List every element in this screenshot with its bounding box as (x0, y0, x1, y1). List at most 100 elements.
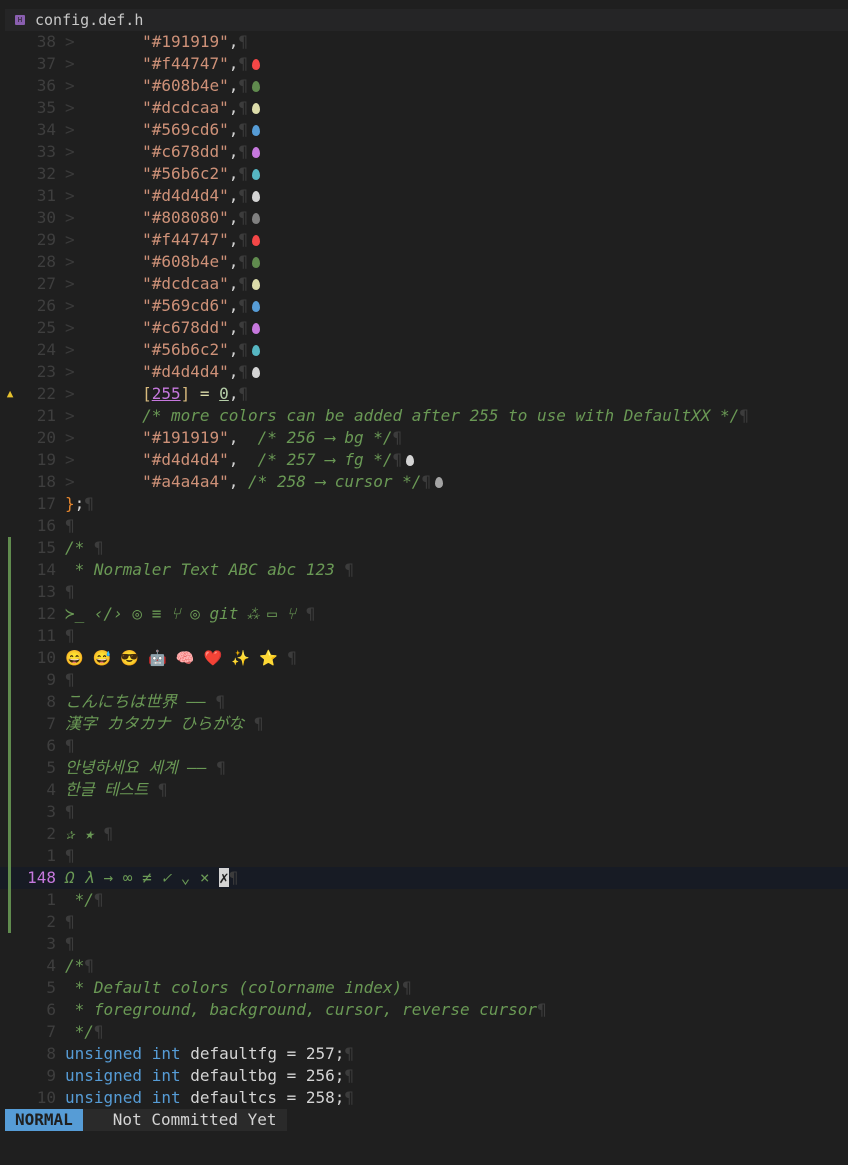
eol-marker: ¶ (238, 186, 249, 205)
code-line[interactable]: 21 > /* more colors can be added after 25… (0, 405, 848, 427)
comment: */ (65, 890, 94, 909)
punct: , (228, 164, 239, 183)
eol-marker: ¶ (84, 494, 94, 513)
color-swatch-icon (406, 455, 415, 466)
eol-marker: ¶ (238, 230, 249, 249)
code-line[interactable]: 1 */¶ (0, 889, 848, 911)
code-line[interactable]: 2 ¶ (0, 911, 848, 933)
code-line[interactable]: 4 /*¶ (0, 955, 848, 977)
git-change-bar (8, 581, 11, 603)
code-text: */¶ (65, 889, 104, 911)
code-line[interactable]: 16 ¶ (0, 515, 848, 537)
code-line[interactable]: 34 > "#569cd6",¶ (0, 119, 848, 141)
code-line[interactable]: 23 > "#d4d4d4",¶ (0, 361, 848, 383)
eol-marker: ¶ (238, 340, 249, 359)
eol-marker: ¶ (305, 604, 316, 623)
color-swatch-icon (435, 477, 444, 488)
code-line[interactable]: 6 * foreground, background, cursor, reve… (0, 999, 848, 1021)
code-text: > "#c678dd",¶ (65, 141, 261, 163)
code-line[interactable]: 7 */¶ (0, 1021, 848, 1043)
code-line[interactable]: 19 > "#d4d4d4", /* 257 ⟶ fg */¶ (0, 449, 848, 471)
code-line[interactable]: 11 ¶ (0, 625, 848, 647)
eol-marker: ¶ (344, 1044, 355, 1063)
code-text: 한글 테스트 ¶ (65, 779, 168, 801)
code-line[interactable]: 3 ¶ (0, 933, 848, 955)
eol-marker: ¶ (93, 890, 104, 909)
code-line[interactable]: 148 Ω λ → ∞ ≠ ✓ ⌄ × ✗¶ (0, 867, 848, 889)
indent-marker: > (65, 428, 143, 447)
comment: * Normaler Text ABC abc 123 (65, 560, 335, 579)
code-line[interactable]: 33 > "#c678dd",¶ (0, 141, 848, 163)
code-line[interactable]: 36 > "#608b4e",¶ (0, 75, 848, 97)
code-line[interactable]: 14 * Normaler Text ABC abc 123 ¶ (0, 559, 848, 581)
code-text: */¶ (65, 1021, 104, 1043)
code-line[interactable]: 6 ¶ (0, 735, 848, 757)
code-line[interactable]: 7 漢字 カタカナ ひらがな ¶ (0, 713, 848, 735)
indent-marker: > (65, 450, 143, 469)
tab-filename[interactable]: config.def.h (35, 11, 143, 29)
eol-marker: ¶ (215, 692, 226, 711)
editor-buffer[interactable]: 38 > "#191919",¶ 37 > "#f44747",¶ 36 > "#608b… (0, 31, 848, 1108)
string-literal: "#191919" (142, 32, 229, 51)
punct: , (228, 340, 239, 359)
code-line[interactable]: 10 😄 😅 😎 🤖 🧠 ❤️ ✨ ⭐ ¶ (0, 647, 848, 669)
punct: , (228, 362, 239, 381)
cursor[interactable]: ✗ (219, 868, 229, 887)
color-swatch-icon (252, 191, 261, 202)
code-line[interactable]: 29 > "#f44747",¶ (0, 229, 848, 251)
code-line[interactable]: 37 > "#f44747",¶ (0, 53, 848, 75)
code-line[interactable]: 22 ▲ > [255] = 0,¶ (0, 383, 848, 405)
code-line[interactable]: 24 > "#56b6c2",¶ (0, 339, 848, 361)
code-line[interactable]: 28 > "#608b4e",¶ (0, 251, 848, 273)
code-text: > "#569cd6",¶ (65, 119, 261, 141)
code-line[interactable]: 20 > "#191919", /* 256 ⟶ bg */¶ (0, 427, 848, 449)
code-text: > [255] = 0,¶ (65, 383, 248, 405)
git-change-bar (8, 823, 11, 845)
code-line[interactable]: 18 > "#a4a4a4", /* 258 ⟶ cursor */¶ (0, 471, 848, 493)
eol-marker: ¶ (238, 318, 249, 337)
line-number: 24 (36, 340, 56, 359)
code-line[interactable]: 27 > "#dcdcaa",¶ (0, 273, 848, 295)
line-number: 29 (36, 230, 56, 249)
line-number: 20 (36, 428, 56, 447)
code-line[interactable]: 31 > "#d4d4d4",¶ (0, 185, 848, 207)
code-line[interactable]: 9 unsigned int defaultbg = 256;¶ (0, 1065, 848, 1087)
code-line[interactable]: 10 unsigned int defaultcs = 258;¶ (0, 1087, 848, 1109)
punct: , (228, 472, 239, 491)
punct: ; (74, 494, 85, 513)
code-line[interactable]: 2 ✰ ★ ¶ (0, 823, 848, 845)
git-change-bar (8, 801, 11, 823)
code-line[interactable]: 9 ¶ (0, 669, 848, 691)
code-text: ¶ (65, 625, 75, 647)
eol-marker: ¶ (216, 758, 226, 777)
code-line[interactable]: 3 ¶ (0, 801, 848, 823)
git-change-bar (8, 669, 11, 691)
code-line[interactable]: 26 > "#569cd6",¶ (0, 295, 848, 317)
color-swatch-icon (252, 103, 261, 114)
line-number: 27 (36, 274, 56, 293)
code-line[interactable]: 1 ¶ (0, 845, 848, 867)
eol-marker: ¶ (392, 428, 403, 447)
code-line[interactable]: 12 ≻_ ‹/› ◎ ≡ ⑂ ◎ git ⁂ ▭ ⑂ ¶ (0, 603, 848, 625)
color-swatch-icon (252, 301, 261, 312)
git-change-bar (8, 603, 11, 625)
code-line[interactable]: 15/* ¶ (0, 537, 848, 559)
string-literal: "#56b6c2" (142, 164, 229, 183)
code-line[interactable]: 35 > "#dcdcaa",¶ (0, 97, 848, 119)
code-line[interactable]: 25 > "#c678dd",¶ (0, 317, 848, 339)
code-line[interactable]: 5 * Default colors (colorname index)¶ (0, 977, 848, 999)
code-line[interactable]: 38 > "#191919",¶ (0, 31, 848, 53)
code-line[interactable]: 30 > "#808080",¶ (0, 207, 848, 229)
code-text: 안녕하세요 세계 —— ¶ (65, 757, 226, 779)
eol-marker: ¶ (228, 868, 239, 887)
code-line[interactable]: 4 한글 테스트 ¶ (0, 779, 848, 801)
code-line[interactable]: 8 unsigned int defaultfg = 257;¶ (0, 1043, 848, 1065)
code-line[interactable]: 5 안녕하세요 세계 —— ¶ (0, 757, 848, 779)
code-line[interactable]: 32 > "#56b6c2",¶ (0, 163, 848, 185)
comment: ≻_ ‹/› ◎ ≡ ⑂ ◎ git ⁂ ▭ ⑂ (65, 604, 297, 623)
code-line[interactable]: 8 こんにちは世界 —— ¶ (0, 691, 848, 713)
code-line[interactable]: 13 ¶ (0, 581, 848, 603)
comment: * foreground, background, cursor, revers… (65, 1000, 538, 1019)
code-line[interactable]: 17};¶ (0, 493, 848, 515)
git-change-bar (8, 647, 11, 669)
